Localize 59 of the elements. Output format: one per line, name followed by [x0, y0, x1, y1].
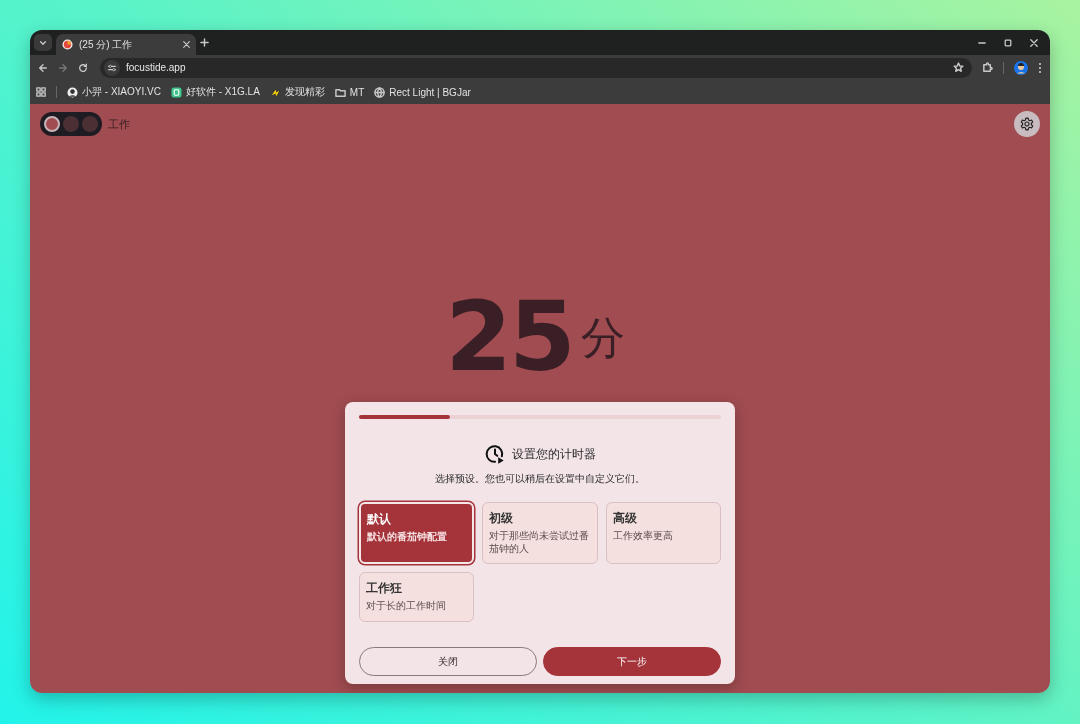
folder-icon — [334, 86, 346, 98]
mode-dot[interactable] — [82, 116, 98, 132]
bookmark[interactable]: 小羿 - XIAOYI.VC — [67, 85, 161, 99]
mode-switch[interactable] — [40, 112, 102, 136]
preset-name: 工作狂 — [366, 581, 403, 596]
preset-card[interactable]: 工作狂 对于长的工作时间 — [359, 572, 475, 622]
browser-tab[interactable]: (25 分) 工作 — [56, 34, 196, 55]
dialog-subtitle: 选择预设。您也可以稍后在设置中自定义它们。 — [434, 472, 646, 486]
dialog-title: 设置您的计时器 — [512, 446, 596, 462]
tab-title: (25 分) 工作 — [79, 37, 134, 52]
maximize-icon[interactable] — [1004, 38, 1012, 47]
preset-card[interactable]: 默认 默认的番茄钟配置 — [359, 502, 475, 564]
preset-description: 对于长的工作时间 — [366, 599, 447, 612]
preset-description: 对于那些尚未尝试过番茄钟的人 — [489, 529, 591, 555]
back-arrow-icon[interactable] — [38, 62, 48, 73]
preset-description: 工作效率更高 — [612, 529, 674, 542]
preset-card[interactable]: 高级 工作效率更高 — [605, 502, 721, 564]
preset-name: 默认 — [367, 512, 392, 527]
bookmark-label: 小羿 - XIAOYI.VC — [82, 85, 161, 99]
timer-value: 25 — [445, 287, 573, 387]
next-button[interactable]: 下一步 — [543, 647, 721, 676]
preset-description: 默认的番茄钟配置 — [367, 530, 448, 543]
chevron-down-icon — [39, 38, 47, 47]
bookmark[interactable]: 发现精彩 — [269, 85, 325, 99]
tab-search-button[interactable] — [34, 34, 52, 51]
mode-dot[interactable] — [63, 116, 79, 132]
bookmark-label: MT — [349, 86, 365, 98]
app-icon — [170, 86, 182, 98]
url-text: focustide.app — [126, 62, 187, 73]
address-bar[interactable]: focustide.app — [100, 57, 972, 78]
preset-name: 高级 — [612, 511, 638, 526]
settings-icon — [1020, 117, 1034, 131]
tomato-icon — [62, 39, 73, 50]
bookmark[interactable]: MT — [334, 86, 365, 98]
bookmark[interactable]: 好软件 - X1G.LA — [170, 85, 260, 99]
close-icon[interactable] — [1030, 38, 1038, 47]
reload-icon[interactable] — [78, 62, 88, 73]
clock-play-icon — [484, 443, 506, 465]
globe-icon — [374, 86, 386, 98]
forward-arrow-icon[interactable] — [58, 62, 68, 73]
bookmark[interactable]: Rect Light | BGJar — [374, 86, 471, 98]
preset-name: 初级 — [489, 511, 515, 526]
puzzle-icon[interactable] — [982, 62, 993, 73]
apps-grid-icon[interactable] — [36, 87, 46, 97]
settings-button[interactable] — [1014, 111, 1040, 137]
avatar-icon — [67, 86, 78, 98]
plus-icon[interactable] — [200, 38, 209, 47]
preset-card[interactable]: 初级 对于那些尚未尝试过番茄钟的人 — [482, 502, 598, 564]
tune-icon[interactable] — [107, 62, 117, 73]
bookmark-label: 好软件 - X1G.LA — [185, 85, 260, 99]
bookmark-label: Rect Light | BGJar — [389, 86, 471, 98]
star-icon[interactable] — [953, 62, 964, 73]
more-menu-icon[interactable] — [1038, 61, 1042, 74]
mode-label: 工作 — [108, 116, 130, 132]
timer-unit: 分 — [580, 313, 625, 363]
bookmark-label: 发现精彩 — [284, 85, 325, 99]
close-icon[interactable] — [183, 41, 190, 48]
mode-dot[interactable] — [44, 116, 60, 132]
avatar-icon[interactable] — [1014, 60, 1028, 75]
